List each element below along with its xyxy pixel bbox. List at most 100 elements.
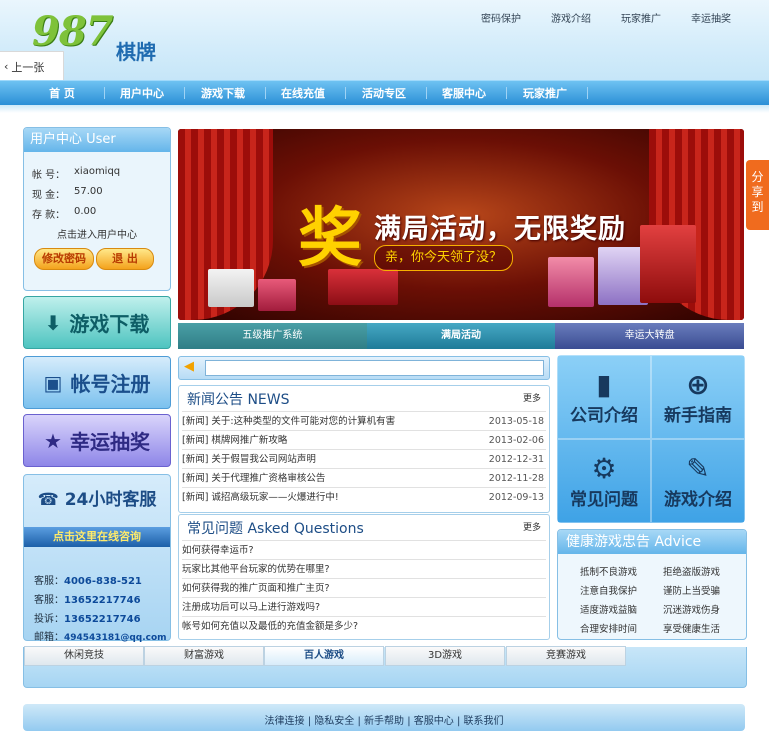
email-line-value: 494543181@qq.com bbox=[64, 633, 167, 643]
star-icon: ★ bbox=[44, 428, 62, 453]
faq-title: 常见问题 Asked Questions bbox=[187, 521, 364, 537]
news-more-link[interactable]: 更多 bbox=[523, 391, 541, 404]
game-intro-label: 游戏介绍 bbox=[664, 489, 732, 510]
top-link-password[interactable]: 密码保护 bbox=[481, 10, 521, 25]
download-button[interactable]: ⬇ 游戏下载 bbox=[23, 296, 171, 349]
main-nav: 首 页 用户中心 游戏下载 在线充值 活动专区 客服中心 玩家推广 bbox=[0, 80, 769, 106]
nav-divider bbox=[506, 87, 507, 99]
advice-title: 健康游戏忠告 Advice bbox=[558, 530, 746, 554]
site-logo-name[interactable]: 棋牌 bbox=[116, 36, 156, 65]
news-item[interactable]: [新闻] 关于代理推广资格审核公告 2012-11-28 bbox=[182, 468, 546, 488]
common-questions-tile[interactable]: ⚙ 常见问题 bbox=[557, 439, 651, 523]
faq-item[interactable]: 注册成功后可以马上进行游戏吗? bbox=[182, 597, 546, 617]
top-link-lottery[interactable]: 幸运抽奖 bbox=[691, 10, 731, 25]
faq-item[interactable]: 帐号如何充值以及最低的充值金额是多少? bbox=[182, 616, 546, 636]
register-button[interactable]: ▣ 帐号注册 bbox=[23, 356, 171, 409]
share-button[interactable]: 分享到 bbox=[746, 160, 769, 230]
banner-headline: 满局活动，无限奖励 bbox=[374, 214, 626, 245]
banner-tab-active[interactable]: 满局活动 bbox=[366, 323, 556, 349]
site-logo-number[interactable]: 987 bbox=[32, 8, 113, 55]
nav-divider bbox=[184, 87, 185, 99]
beginner-guide-tile[interactable]: ⊕ 新手指南 bbox=[651, 355, 745, 439]
complaint-line-label: 投诉： bbox=[34, 614, 64, 625]
news-item-date: 2013-02-06 bbox=[488, 435, 544, 446]
account-label: 帐 号： bbox=[32, 170, 66, 181]
speaker-icon: ◀ bbox=[184, 359, 194, 374]
faq-item[interactable]: 玩家比其他平台玩家的优势在哪里? bbox=[182, 559, 546, 579]
enter-user-center-link[interactable]: 点击进入用户中心 bbox=[24, 226, 170, 241]
announcement-ticker: ◀ bbox=[178, 356, 550, 380]
tab-casual[interactable]: 休闲竞技 bbox=[24, 646, 144, 666]
top-links: 密码保护 游戏介绍 玩家推广 幸运抽奖 bbox=[481, 10, 731, 25]
news-item[interactable]: [新闻] 关于假冒我公司网站声明 2012-12-31 bbox=[182, 449, 546, 469]
footer-link-privacy[interactable]: 隐私安全 bbox=[314, 716, 354, 727]
news-item-date: 2013-05-18 bbox=[488, 416, 544, 427]
faq-panel: 常见问题 Asked Questions 更多 如何获得幸运币? 玩家比其他平台… bbox=[178, 514, 550, 640]
news-item[interactable]: [新闻] 关于:这种类型的文件可能对您的计算机有害 2013-05-18 bbox=[182, 411, 546, 431]
service-title: ☎ 24小时客服 bbox=[24, 485, 170, 510]
advice-item: 拒绝盗版游戏 bbox=[663, 567, 721, 578]
tab-wealth[interactable]: 财富游戏 bbox=[144, 646, 264, 666]
tab-hundred-player[interactable]: 百人游戏 bbox=[264, 646, 384, 666]
news-item[interactable]: [新闻] 棋牌网推广新攻略 2013-02-06 bbox=[182, 430, 546, 450]
advice-item: 谨防上当受骗 bbox=[663, 586, 721, 597]
gift-box bbox=[258, 279, 296, 311]
user-panel-title: 用户中心 User bbox=[24, 128, 170, 152]
faq-item[interactable]: 如何获得我的推广页面和推广主页? bbox=[182, 578, 546, 598]
online-consult-label: 点击这里在线咨询 bbox=[53, 530, 141, 543]
news-panel: 新闻公告 NEWS 更多 [新闻] 关于:这种类型的文件可能对您的计算机有害 20… bbox=[178, 385, 550, 513]
nav-home[interactable]: 首 页 bbox=[27, 85, 97, 101]
footer-link-help[interactable]: 新手帮助 bbox=[364, 716, 404, 727]
service-line-value: 4006-838-521 bbox=[64, 576, 142, 587]
nav-divider bbox=[104, 87, 105, 99]
download-button-label: 游戏下载 bbox=[69, 312, 150, 336]
lottery-button-label: 幸运抽奖 bbox=[69, 430, 150, 454]
service-line-label: 客服： bbox=[34, 595, 64, 606]
prev-button[interactable]: ‹ 上一张 bbox=[0, 51, 64, 82]
game-intro-tile[interactable]: ✎ 游戏介绍 bbox=[651, 439, 745, 523]
tab-competition[interactable]: 竞赛游戏 bbox=[506, 646, 626, 666]
deposit-value: 0.00 bbox=[74, 206, 97, 217]
footer-link-contact[interactable]: 联系我们 bbox=[464, 716, 504, 727]
account-value: xiaomiqq bbox=[74, 166, 121, 177]
company-intro-tile[interactable]: ▮ 公司介绍 bbox=[557, 355, 651, 439]
service-line-label: 客服： bbox=[34, 576, 64, 587]
advice-item: 抵制不良游戏 bbox=[580, 567, 638, 578]
nav-service[interactable]: 客服中心 bbox=[429, 85, 499, 101]
nav-activity[interactable]: 活动专区 bbox=[349, 85, 419, 101]
banner-tab[interactable]: 五级推广系统 bbox=[178, 323, 367, 349]
top-link-promote[interactable]: 玩家推广 bbox=[621, 10, 661, 25]
nav-promote[interactable]: 玩家推广 bbox=[510, 85, 580, 101]
nav-shadow bbox=[0, 105, 769, 113]
nav-user-center[interactable]: 用户中心 bbox=[107, 85, 177, 101]
health-advice-panel: 健康游戏忠告 Advice 抵制不良游戏 拒绝盗版游戏 注意自我保护 谨防上当受… bbox=[557, 529, 747, 640]
online-consult-button[interactable]: 点击这里在线咨询 bbox=[24, 527, 170, 547]
faq-item[interactable]: 如何获得幸运币? bbox=[182, 540, 546, 560]
change-password-button[interactable]: 修改密码 bbox=[34, 248, 94, 270]
banner-tab[interactable]: 幸运大转盘 bbox=[555, 323, 745, 349]
top-link-games[interactable]: 游戏介绍 bbox=[551, 10, 591, 25]
footer: 法律连接 | 隐私安全 | 新手帮助 | 客服中心 | 联系我们 bbox=[23, 704, 745, 731]
download-arrow-icon: ⬇ bbox=[44, 310, 62, 335]
news-item-title: [新闻] 诚招高级玩家——火爆进行中! bbox=[182, 492, 339, 503]
tab-3d[interactable]: 3D游戏 bbox=[385, 646, 505, 666]
prev-button-label: 上一张 bbox=[11, 60, 45, 74]
nav-download[interactable]: 游戏下载 bbox=[188, 85, 258, 101]
lottery-button[interactable]: ★ 幸运抽奖 bbox=[23, 414, 171, 467]
footer-link-service[interactable]: 客服中心 bbox=[414, 716, 454, 727]
email-line: 邮箱：494543181@qq.com bbox=[34, 628, 167, 643]
logout-button[interactable]: 退 出 bbox=[96, 248, 154, 270]
book-icon: ▮ bbox=[596, 367, 612, 401]
nav-recharge[interactable]: 在线充值 bbox=[268, 85, 338, 101]
user-panel: 用户中心 User 帐 号： xiaomiqq 现 金： 57.00 存 款： … bbox=[23, 127, 171, 291]
advice-item: 享受健康生活 bbox=[663, 624, 721, 635]
faq-more-link[interactable]: 更多 bbox=[523, 520, 541, 533]
gear-icon: ⚙ bbox=[591, 451, 617, 485]
footer-link-legal[interactable]: 法律连接 bbox=[265, 716, 305, 727]
company-intro-label: 公司介绍 bbox=[570, 405, 638, 426]
header: 987 棋牌 密码保护 游戏介绍 玩家推广 幸运抽奖 bbox=[0, 0, 769, 80]
promo-banner[interactable]: 奖 满局活动，无限奖励 亲，你今天领了没？ bbox=[178, 129, 744, 320]
beginner-guide-label: 新手指南 bbox=[664, 405, 732, 426]
news-item[interactable]: [新闻] 诚招高级玩家——火爆进行中! 2012-09-13 bbox=[182, 487, 546, 507]
quick-links-grid: ▮ 公司介绍 ⊕ 新手指南 ⚙ 常见问题 ✎ 游戏介绍 bbox=[557, 355, 745, 523]
